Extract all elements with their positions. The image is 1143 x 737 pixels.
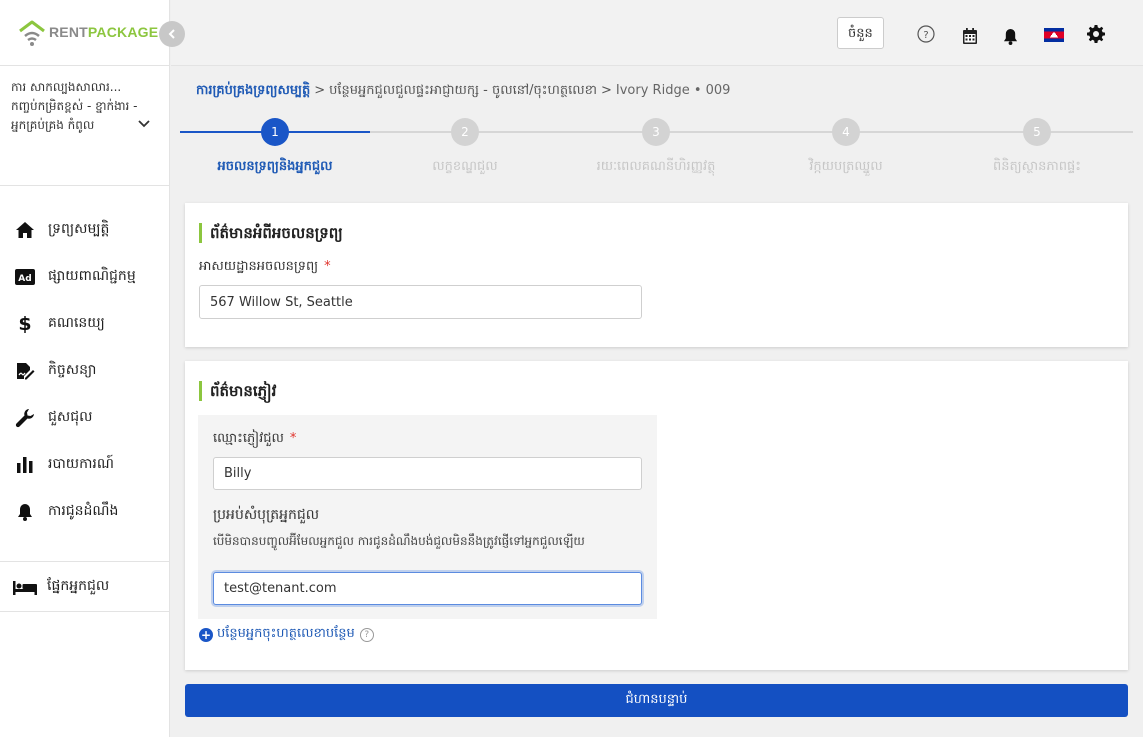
property-info-card: ព័ត៌មានអំពីអចលនទ្រព្យ អាសយដ្ឋានអចលនទ្រព្… [185,203,1128,347]
plus-circle-icon: + [199,627,213,642]
organization-selector[interactable]: ការ សាកល្បងសាលារ... កញ្ចប់កម្រិតខ្ពស់ - … [0,66,169,186]
step-connector [370,131,1133,133]
next-step-button[interactable]: ជំហានបន្ទាប់ [185,684,1128,717]
sidebar-item-label: របាយការណ៍ [48,456,114,472]
cambodia-flag-icon[interactable] [1044,28,1064,42]
sidebar-item-label: ជួសជុល [48,409,93,425]
sidebar-nav: ទ្រព្យសម្បត្តិ Ad ផ្សាយពាណិជ្ជកម្ម $ គណន… [0,186,169,535]
sidebar-item-properties[interactable]: ទ្រព្យសម្បត្តិ [0,206,169,253]
bar-chart-icon [14,454,36,476]
required-asterisk: * [324,259,331,274]
tenant-section-title: ព័ត៌មានភ្ញៀវ [199,381,276,401]
step-5-circle[interactable]: 5 [1023,118,1051,146]
chevron-down-icon [138,120,150,128]
sidebar-item-maintenance[interactable]: ជួសជុល [0,394,169,441]
step-2-circle[interactable]: 2 [451,118,479,146]
tenant-name-input[interactable] [213,457,642,490]
sidebar-item-label: កិច្ចសន្យា [48,362,97,378]
sidebar-item-contracts[interactable]: កិច្ចសន្យា [0,347,169,394]
step-2-label: លក្ខខណ្ឌជួល [432,159,498,174]
breadcrumb-root-link[interactable]: ការគ្រប់គ្រងទ្រព្យសម្បត្តិ [196,83,310,98]
add-signer-link[interactable]: + បន្ថែមអ្នកចុះហត្ថលេខាបន្ថែម ? [199,625,374,644]
tenant-entry-box: ឈ្មោះភ្ញៀវជួល* ប្រអប់សំបុត្រអ្នកជួល បើមិ… [198,415,657,619]
sidebar-item-label: ផ្នែកអ្នកជួល [47,578,110,594]
required-asterisk: * [289,431,297,446]
step-5-label: ពិនិត្យស្ថានភាពផ្ទះ [993,159,1081,174]
tenant-email-label: ប្រអប់សំបុត្រអ្នកជួល [213,507,320,523]
sidebar-item-label: ការជូនដំណឹង [48,503,119,519]
bed-icon [13,576,37,598]
breadcrumb-middle: បន្ថែមអ្នកជួលជួលផ្ទះអាជ្ញាយក្ស - ចូលនៅ/ច… [329,83,597,98]
dollar-icon: $ [18,312,32,335]
wizard-stepper: 1 2 3 4 5 អចលនទ្រព្យនិងអ្នកជួល លក្ខខណ្ឌជ… [180,116,1133,186]
logo-wifi-house-icon [19,20,45,46]
step-4-label: វិក្កយបត្រឈ្នួល [809,159,883,174]
topbar: ចំនួន ? [171,0,1143,66]
sidebar-item-accounting[interactable]: $ គណនេយ្យ [0,300,169,347]
collapse-sidebar-button[interactable] [159,21,185,47]
calendar-icon[interactable] [960,26,980,46]
chevron-left-icon [168,29,175,39]
step-4-circle[interactable]: 4 [832,118,860,146]
organization-name: ការ សាកល្បងសាលារ... កញ្ចប់កម្រិតខ្ពស់ - … [11,80,138,132]
address-label: អាសយដ្ឋានអចលនទ្រព្យ * [199,259,331,274]
property-section-title: ព័ត៌មានអំពីអចលនទ្រព្យ [199,223,343,243]
tenant-name-label: ឈ្មោះភ្ញៀវជួល * [213,431,297,446]
breadcrumb-separator: > [314,83,326,98]
step-3-label: រយៈពេលគណនីហិរញ្ញវត្ថុ [596,159,716,174]
sidebar-item-label: គណនេយ្យ [48,315,105,331]
tenant-email-helper: បើមិនបានបញ្ចូលអ៊ីមែលអ្នកជួល ការជូនដំណឹងប… [213,534,585,548]
step-3-circle[interactable]: 3 [642,118,670,146]
count-button[interactable]: ចំនួន [837,17,884,49]
breadcrumb-current: Ivory Ridge • 009 [615,83,731,98]
ad-icon: Ad [14,266,36,288]
sidebar-item-notifications[interactable]: ការជូនដំណឹង [0,488,169,535]
settings-gear-icon[interactable] [1086,24,1106,44]
logo-row: RENTPACKAGE [0,0,169,66]
help-icon[interactable]: ? [359,627,374,642]
step-1-circle[interactable]: 1 [261,118,289,146]
breadcrumb: ការគ្រប់គ្រងទ្រព្យសម្បត្តិ > បន្ថែមអ្នកជួល… [196,82,730,101]
svg-text:?: ? [923,30,928,41]
home-icon [14,219,36,241]
sidebar: RENTPACKAGE ការ សាកល្បងសាលារ... កញ្ចប់កម… [0,0,185,737]
sidebar-item-label: ផ្សាយពាណិជ្ជកម្ម [48,268,136,284]
bell-notification-icon[interactable] [1000,26,1020,46]
sidebar-item-tenant-portal[interactable]: ផ្នែកអ្នកជួល [0,562,169,612]
sidebar-item-reports[interactable]: របាយការណ៍ [0,441,169,488]
tenant-email-input[interactable] [213,572,642,605]
sidebar-item-advertising[interactable]: Ad ផ្សាយពាណិជ្ជកម្ម [0,253,169,300]
bell-icon [14,501,36,523]
contract-icon [14,360,36,382]
property-address-input[interactable] [199,285,642,319]
wrench-icon [14,407,36,429]
add-signer-label: បន្ថែមអ្នកចុះហត្ថលេខាបន្ថែម [217,626,355,641]
help-icon[interactable]: ? [916,24,936,44]
sidebar-item-label: ទ្រព្យសម្បត្តិ [48,221,110,237]
tenant-info-card: ព័ត៌មានភ្ញៀវ ឈ្មោះភ្ញៀវជួល* ប្រអប់សំបុត្… [185,361,1128,670]
brand-logo: RENTPACKAGE [49,24,159,40]
svg-text:Ad: Ad [18,274,31,284]
breadcrumb-separator: > [601,83,612,98]
step-1-label: អចលនទ្រព្យនិងអ្នកជួល [217,159,333,174]
